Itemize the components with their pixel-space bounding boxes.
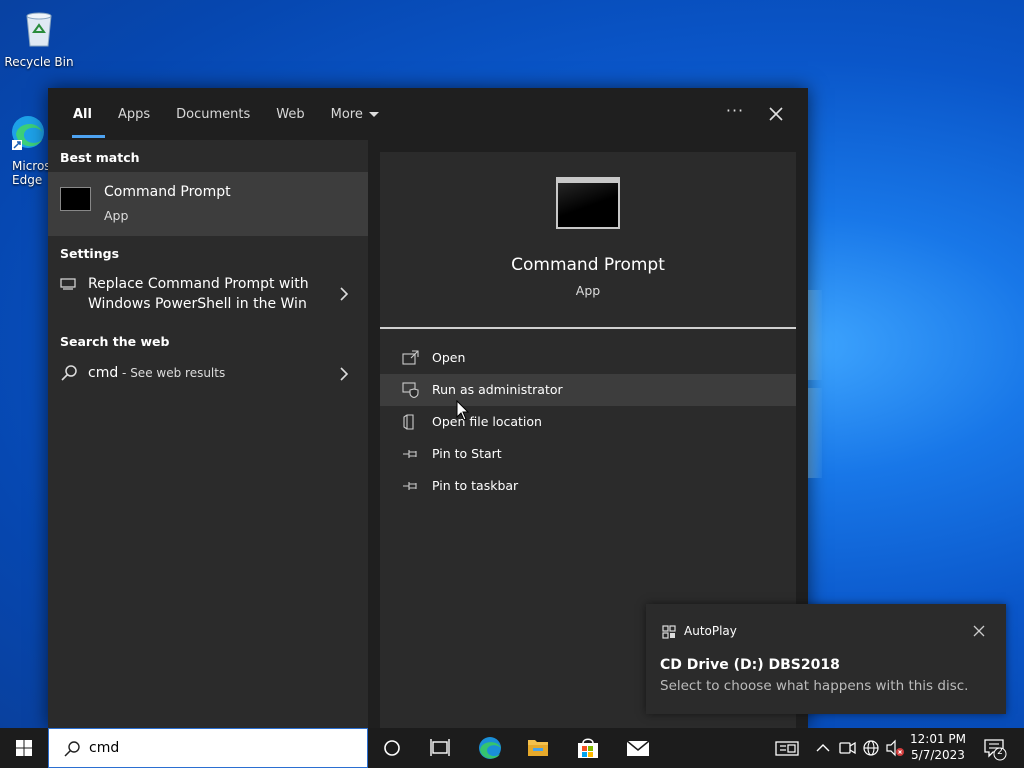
chevron-right-icon	[340, 367, 349, 381]
desktop-icon-recycle-bin[interactable]: Recycle Bin	[4, 8, 74, 69]
search-icon	[61, 365, 77, 381]
search-icon	[64, 741, 80, 757]
edge-icon	[12, 116, 44, 150]
action-run-as-administrator[interactable]: Run as administrator	[380, 374, 796, 406]
tab-label: Apps	[117, 106, 151, 122]
notification-count: 2	[997, 747, 1003, 757]
file-explorer-icon[interactable]	[514, 728, 562, 768]
search-value: cmd	[89, 740, 120, 756]
autoplay-notification[interactable]: AutoPlay CD Drive (D:) DBS2018 Select to…	[646, 604, 1006, 714]
wallpaper-streak	[808, 388, 822, 478]
preview-divider	[380, 327, 796, 329]
taskbar: cmd 12:01 PM 5/7/2023 2	[0, 728, 1024, 768]
meet-now-icon[interactable]	[836, 728, 858, 768]
tab-more[interactable]: More	[318, 88, 392, 140]
tab-label: All	[73, 106, 92, 122]
tab-label: Documents	[176, 106, 251, 122]
result-subtitle: App	[104, 208, 129, 223]
volume-muted-icon[interactable]	[884, 728, 906, 768]
tab-web[interactable]: Web	[263, 88, 317, 140]
news-icon[interactable]	[772, 728, 802, 768]
clock-time: 12:01 PM	[910, 732, 966, 746]
system-clock[interactable]: 12:01 PM 5/7/2023	[905, 731, 971, 763]
taskbar-search-input[interactable]: cmd	[48, 728, 368, 768]
preview-subtitle: App	[575, 283, 601, 298]
action-label: Pin to taskbar	[432, 478, 519, 493]
close-icon[interactable]	[972, 624, 986, 638]
chevron-down-icon	[368, 111, 379, 117]
cortana-icon[interactable]	[368, 728, 416, 768]
action-open-file-location[interactable]: Open file location	[380, 406, 796, 438]
mail-icon[interactable]	[614, 728, 662, 768]
microsoft-store-icon[interactable]	[564, 728, 612, 768]
results-pane: Best match Command Prompt App Settings R…	[48, 140, 368, 728]
mouse-cursor-icon	[456, 400, 470, 421]
section-heading-settings: Settings	[60, 246, 120, 261]
action-label: Open	[432, 350, 466, 365]
tab-apps[interactable]: Apps	[105, 88, 163, 140]
setting-line-1: Replace Command Prompt with	[88, 276, 309, 292]
recycle-bin-icon	[26, 12, 52, 47]
more-options-button[interactable]: ···	[724, 102, 746, 124]
wallpaper-streak	[808, 290, 822, 380]
tab-documents[interactable]: Documents	[163, 88, 263, 140]
action-label: Open file location	[432, 414, 542, 429]
action-label: Pin to Start	[432, 446, 502, 461]
preview-title: Command Prompt	[511, 255, 665, 275]
notification-body: Select to choose what happens with this …	[660, 678, 969, 694]
notification-app-name: AutoPlay	[684, 624, 737, 638]
chevron-up-icon[interactable]	[812, 728, 834, 768]
web-query: cmd	[88, 365, 119, 381]
windows-start-icon[interactable]	[0, 728, 48, 768]
section-heading-search-web: Search the web	[60, 334, 170, 349]
clock-date: 5/7/2023	[911, 748, 965, 762]
open-icon	[402, 350, 419, 365]
web-result-text: cmd - See web results	[88, 365, 225, 381]
tab-label: Web	[276, 106, 305, 122]
result-web-search[interactable]: cmd - See web results	[48, 358, 368, 390]
section-heading-best-match: Best match	[60, 150, 140, 165]
notification-heading: CD Drive (D:) DBS2018	[660, 657, 840, 673]
tab-all[interactable]: All	[60, 88, 105, 140]
result-setting-replace-cmd[interactable]: Replace Command Prompt with Windows Powe…	[48, 268, 368, 316]
chevron-right-icon	[340, 287, 349, 301]
edge-icon[interactable]	[466, 728, 514, 768]
web-suffix: - See web results	[118, 366, 226, 380]
desktop-icon-label: Recycle Bin	[4, 55, 74, 69]
setting-line-2: Windows PowerShell in the Win	[88, 296, 307, 312]
command-prompt-large-icon	[556, 177, 620, 229]
close-icon[interactable]	[764, 102, 788, 126]
autoplay-icon	[662, 625, 676, 639]
result-title: Command Prompt	[104, 184, 231, 200]
task-view-icon[interactable]	[416, 728, 464, 768]
action-center-button[interactable]: 2	[980, 728, 1010, 768]
pin-icon	[403, 450, 417, 458]
settings-display-icon	[60, 278, 76, 290]
pin-icon	[403, 482, 417, 490]
action-label: Run as administrator	[432, 382, 563, 397]
tab-label: More	[330, 106, 363, 122]
result-command-prompt[interactable]: Command Prompt App	[48, 172, 368, 236]
action-open[interactable]: Open	[380, 342, 796, 374]
action-pin-to-taskbar[interactable]: Pin to taskbar	[380, 470, 796, 502]
shield-icon	[402, 382, 419, 398]
command-prompt-icon	[60, 187, 91, 211]
network-globe-icon[interactable]	[860, 728, 882, 768]
action-pin-to-start[interactable]: Pin to Start	[380, 438, 796, 470]
search-tabs: All Apps Documents Web More	[48, 88, 808, 140]
file-location-icon	[403, 414, 414, 430]
